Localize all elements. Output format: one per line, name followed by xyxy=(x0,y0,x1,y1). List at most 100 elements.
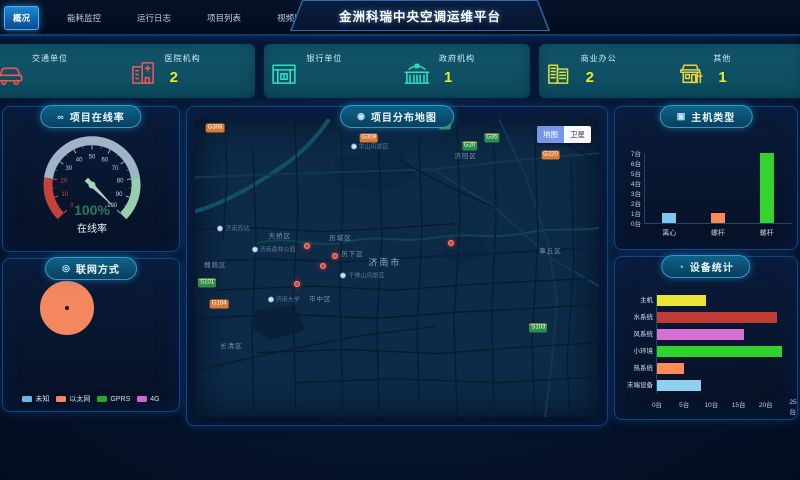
panel-online-rate: ∞ 项目在线率 0102030405060708090100100%在线率 xyxy=(2,106,180,252)
project-marker-2[interactable] xyxy=(320,263,326,269)
stat-card: 商业办公2其他1 xyxy=(539,44,800,98)
svg-text:80: 80 xyxy=(117,179,124,185)
nav-tab-3[interactable]: 运行日志 xyxy=(129,7,179,29)
map-layer-toggle: 地图卫星 xyxy=(537,126,591,143)
panel-online-rate-title: 项目在线率 xyxy=(70,109,125,124)
nav-tabs: 概况能耗监控运行日志项目列表视频监控 xyxy=(4,6,339,30)
x-axis-tick: 离心 xyxy=(662,228,676,238)
hospital-icon xyxy=(129,59,157,87)
stat-value xyxy=(32,69,68,85)
globe-icon: ◎ xyxy=(62,263,71,274)
online-gauge: 0102030405060708090100100%在线率 xyxy=(12,129,172,247)
area-label-济阳区: 济阳区 xyxy=(454,150,477,160)
pin-icon: ◉ xyxy=(357,111,366,122)
bar-末端设备 xyxy=(657,380,701,391)
stat-card: 交通单位 医院机构 2 xyxy=(0,44,255,98)
area-label-济南市: 济南市 xyxy=(368,256,401,269)
panel-device-title: 设备统计 xyxy=(690,259,734,274)
gauge-value: 100% xyxy=(74,202,110,218)
network-legend: 未知以太网 GPRS 4G xyxy=(3,394,179,404)
x-axis-tick: 25台 xyxy=(789,399,796,416)
panel-host-title: 主机类型 xyxy=(691,109,735,124)
y-axis-tick: 1台 xyxy=(617,208,641,218)
project-marker-4[interactable] xyxy=(332,253,338,259)
category-label: 小环境 xyxy=(617,346,653,357)
bar-主机 xyxy=(657,295,706,306)
road-badge-G104: G104 xyxy=(210,299,229,308)
poi-label-济南西站: 济南西站 xyxy=(217,223,249,232)
area-label-长清区: 长清区 xyxy=(220,340,243,350)
x-axis-tick: 螺杆 xyxy=(711,228,725,238)
poi-label-华山风景区: 华山风景区 xyxy=(351,141,389,150)
project-marker-3[interactable] xyxy=(294,281,300,287)
stat-label: 政府机构 xyxy=(439,53,475,64)
stat-card: 银行单位 政府机构 1 xyxy=(264,44,529,98)
area-label-章丘区: 章丘区 xyxy=(539,245,562,255)
legend-item-以太网[interactable]: 以太网 xyxy=(56,394,90,404)
page-title: 金洲科瑞中央空调运维平台 xyxy=(339,6,501,25)
monitor-icon: ▣ xyxy=(677,111,687,122)
category-label: 热系统 xyxy=(617,363,653,374)
area-label-历下区: 历下区 xyxy=(341,248,364,258)
stat-item: 交通单位 xyxy=(0,44,123,98)
project-marker-1[interactable] xyxy=(304,243,310,249)
map-layer-map-button[interactable]: 地图 xyxy=(537,126,564,143)
panel-map-title: 项目分布地图 xyxy=(371,109,437,124)
panel-map-header: ◉ 项目分布地图 xyxy=(340,105,454,128)
panel-online-rate-header: ∞ 项目在线率 xyxy=(40,105,141,128)
stat-label: 交通单位 xyxy=(32,53,68,64)
svg-text:70: 70 xyxy=(112,166,119,172)
bar-热系统 xyxy=(657,363,684,374)
x-axis-tick: 20台 xyxy=(759,399,773,409)
car-icon xyxy=(0,59,24,87)
panel-network-title: 联网方式 xyxy=(76,261,120,276)
bar-小环境 xyxy=(657,346,782,357)
panel-network-header: ◎ 联网方式 xyxy=(45,257,137,280)
top-nav: 概况能耗监控运行日志项目列表视频监控 金洲科瑞中央空调运维平台 xyxy=(0,0,800,36)
panel-project-map: ◉ 项目分布地图 xyxy=(186,106,608,426)
poi-label-济南大学: 济南大学 xyxy=(268,295,300,304)
legend-item-4G[interactable]: 4G xyxy=(137,396,159,403)
bar-螺杆 xyxy=(711,213,725,223)
bar-风系统 xyxy=(657,329,744,340)
area-label-槐荫区: 槐荫区 xyxy=(204,259,227,269)
stat-label: 银行单位 xyxy=(306,53,342,64)
nav-tab-4[interactable]: 项目列表 xyxy=(199,7,249,29)
road-badge-G35: G35 xyxy=(484,134,499,143)
stat-item: 其他1 xyxy=(671,44,800,98)
y-axis-tick: 5台 xyxy=(617,168,641,178)
stats-icon: ◔ xyxy=(678,262,684,272)
x-axis-tick: 10台 xyxy=(705,399,719,409)
legend-item-GPRS[interactable]: GPRS xyxy=(97,396,130,403)
stat-value: 2 xyxy=(165,69,201,86)
y-axis-tick: 3台 xyxy=(617,188,641,198)
stats-row: 交通单位 医院机构 2 银行单位 政府机构 1 商业办公2其他1 xyxy=(0,44,800,98)
stat-item: 医院机构 2 xyxy=(123,44,256,98)
map-layer-satellite-button[interactable]: 卫星 xyxy=(564,126,591,143)
panel-network-type: ◎ 联网方式 未知以太网 GPRS 4G xyxy=(2,258,180,412)
project-marker-5[interactable] xyxy=(448,240,454,246)
stat-value: 1 xyxy=(439,69,475,86)
svg-text:30: 30 xyxy=(66,166,73,172)
y-axis-tick: 2台 xyxy=(617,198,641,208)
area-label-市中区: 市中区 xyxy=(309,293,332,303)
stat-label: 医院机构 xyxy=(165,53,201,64)
y-axis-tick: 4台 xyxy=(617,178,641,188)
nav-tab-1[interactable]: 概况 xyxy=(4,6,39,30)
nav-tab-2[interactable]: 能耗监控 xyxy=(59,7,109,29)
y-axis-tick: 6台 xyxy=(617,158,641,168)
x-axis-tick: 5台 xyxy=(679,399,689,409)
panel-device-header: ◔ 设备统计 xyxy=(661,255,750,278)
category-label: 末端设备 xyxy=(617,380,653,391)
map-canvas[interactable]: G308G309G104G220G3G20G35S101S103济南市天桥区历城… xyxy=(195,119,599,417)
stat-item: 商业办公2 xyxy=(539,44,672,98)
legend-item-未知[interactable]: 未知 xyxy=(22,394,49,404)
government-icon xyxy=(403,59,431,87)
category-label: 风系统 xyxy=(617,329,653,340)
stat-item: 政府机构 1 xyxy=(397,44,530,98)
bar-水系统 xyxy=(657,312,777,323)
map-overlays: G308G309G104G220G3G20G35S101S103济南市天桥区历城… xyxy=(195,119,599,417)
svg-text:40: 40 xyxy=(76,158,83,164)
x-axis-tick: 15台 xyxy=(732,399,746,409)
panel-device-stats: ◔ 设备统计 主机水系统风系统小环境热系统末端设备0台5台10台15台20台25… xyxy=(614,256,798,420)
